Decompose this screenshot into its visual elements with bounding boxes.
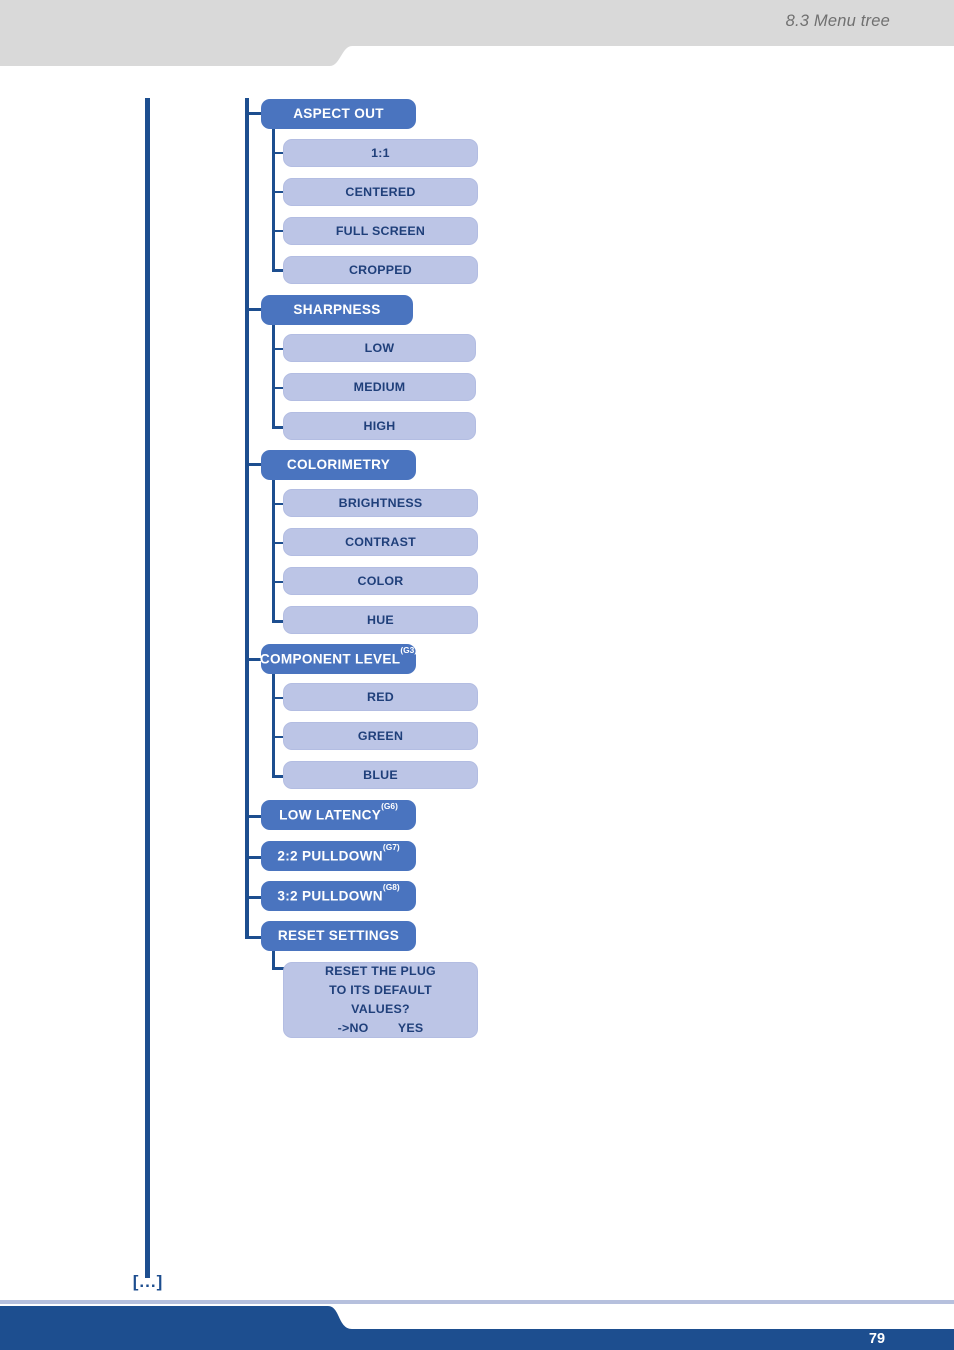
node-pulldown-3-2[interactable]: 3:2 PULLDOWN(G8) [261,881,416,911]
node-pulldown-3-2-label: 3:2 PULLDOWN(G8) [277,882,399,905]
node-low-latency-text: LOW LATENCY [279,807,382,823]
node-aspect-full-screen-label: FULL SCREEN [335,223,426,238]
node-aspect-1-1[interactable]: 1:1 [283,139,478,167]
node-sharpness-label: SHARPNESS [293,301,381,317]
node-low-latency-label: LOW LATENCY(G6) [279,801,398,824]
node-colorimetry-hue-label: HUE [367,612,394,627]
node-component-level-label: COMPONENT LEVEL(G3) [259,645,417,668]
node-colorimetry-color-label: COLOR [357,573,404,588]
node-sharpness-medium-label: MEDIUM [353,379,406,394]
tree-parent-spine [245,98,249,936]
node-colorimetry-color[interactable]: COLOR [283,567,478,595]
tree-continuation-marker: [...] [132,1272,164,1291]
node-low-latency-superscript: (G6) [381,800,398,811]
node-aspect-out-label: ASPECT OUT [293,105,384,121]
node-pulldown-3-2-superscript: (G8) [382,881,400,892]
node-aspect-centered-label: CENTERED [345,184,416,199]
node-component-level[interactable]: COMPONENT LEVEL(G3) [259,644,417,674]
node-aspect-centered[interactable]: CENTERED [283,178,478,206]
node-pulldown-2-2-superscript: (G7) [382,841,400,852]
node-sharpness-medium[interactable]: MEDIUM [283,373,476,401]
node-sharpness-high-label: HIGH [363,418,396,433]
node-pulldown-3-2-text: 3:2 PULLDOWN [277,888,383,904]
node-component-blue-label: BLUE [363,767,398,782]
node-colorimetry-contrast[interactable]: CONTRAST [283,528,478,556]
reset-dialog-line-1: RESET THE PLUG [325,963,436,978]
node-component-green-label: GREEN [357,728,404,743]
node-colorimetry-label: COLORIMETRY [286,456,391,472]
tree-trunk-line [145,98,150,1278]
node-sharpness-high[interactable]: HIGH [283,412,476,440]
node-sharpness-low-label: LOW [364,340,395,355]
node-colorimetry-contrast-label: CONTRAST [345,534,416,549]
footer-curve-decoration [318,1306,354,1350]
node-reset-settings-label: RESET SETTINGS [277,927,400,943]
child-spine-sharpness [272,325,275,428]
node-low-latency[interactable]: LOW LATENCY(G6) [261,800,416,830]
node-aspect-cropped[interactable]: CROPPED [283,256,478,284]
child-spine-component-level [272,674,275,777]
node-component-green[interactable]: GREEN [283,722,478,750]
child-spine-aspect-out [272,129,275,271]
node-pulldown-2-2-text: 2:2 PULLDOWN [277,848,383,864]
node-aspect-out[interactable]: ASPECT OUT [261,99,416,129]
node-pulldown-2-2-label: 2:2 PULLDOWN(G7) [277,842,399,865]
node-colorimetry-brightness-label: BRIGHTNESS [338,495,423,510]
node-component-red[interactable]: RED [283,683,478,711]
node-sharpness-low[interactable]: LOW [283,334,476,362]
page-footer-left-band [0,1306,326,1350]
node-component-blue[interactable]: BLUE [283,761,478,789]
node-aspect-full-screen[interactable]: FULL SCREEN [283,217,478,245]
node-aspect-1-1-label: 1:1 [371,145,390,160]
node-aspect-cropped-label: CROPPED [348,262,413,277]
node-sharpness[interactable]: SHARPNESS [261,295,413,325]
reset-dialog-line-2: TO ITS DEFAULT [329,982,432,997]
node-component-red-label: RED [367,689,394,704]
node-reset-settings[interactable]: RESET SETTINGS [261,921,416,951]
child-spine-colorimetry [272,480,275,622]
menu-tree-diagram: ASPECT OUT 1:1 CENTERED FULL SCREEN CROP… [0,0,954,1300]
node-pulldown-2-2[interactable]: 2:2 PULLDOWN(G7) [261,841,416,871]
reset-dialog-line-4: ->NO YES [337,1021,424,1036]
node-colorimetry-brightness[interactable]: BRIGHTNESS [283,489,478,517]
node-component-level-text: COMPONENT LEVEL [259,651,401,667]
footer-thin-rule [0,1300,954,1304]
node-reset-confirm-dialog[interactable]: RESET THE PLUG TO ITS DEFAULT VALUES? ->… [283,962,478,1038]
node-colorimetry[interactable]: COLORIMETRY [261,450,416,480]
reset-dialog-line-3: VALUES? [351,1002,410,1016]
node-colorimetry-hue[interactable]: HUE [283,606,478,634]
node-component-level-superscript: (G3) [400,644,418,655]
page-number: 79 [868,1331,886,1347]
manual-page: 8.3 Menu tree ASPECT OUT 1:1 CENTERED FU… [0,0,954,1350]
